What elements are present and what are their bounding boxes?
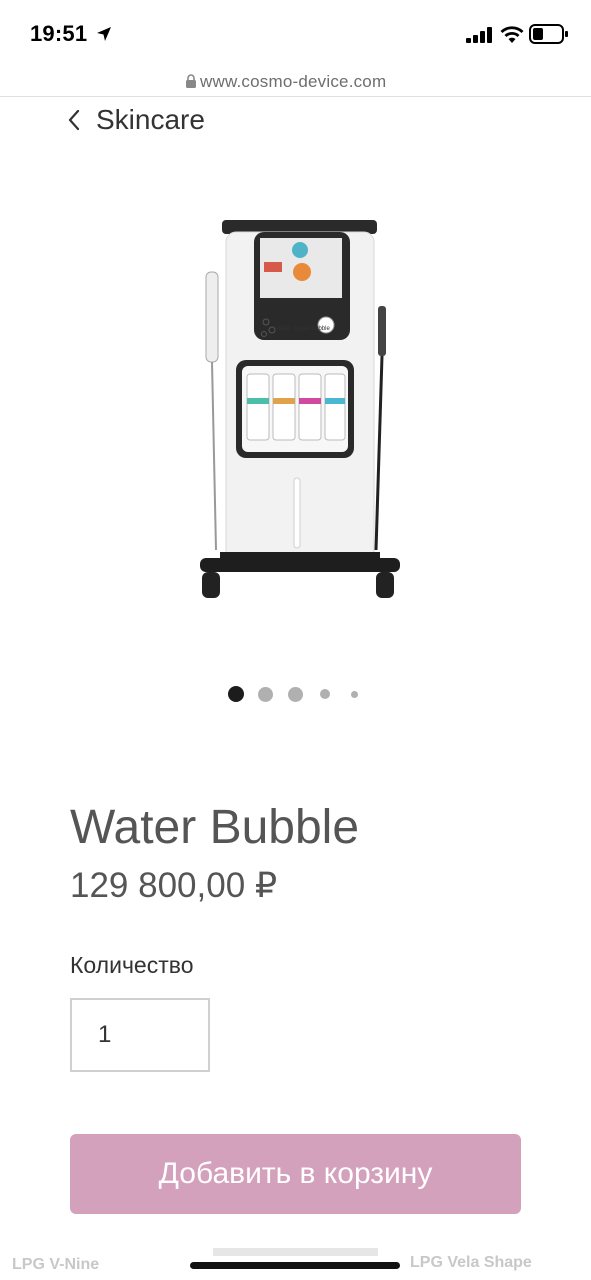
carousel-dot-2[interactable] bbox=[258, 687, 273, 702]
url-text: www.cosmo-device.com bbox=[200, 72, 387, 91]
product-title: Water Bubble bbox=[70, 801, 360, 854]
carousel-dot-5[interactable] bbox=[351, 691, 358, 698]
wifi-icon bbox=[500, 26, 524, 43]
back-link[interactable]: Skincare bbox=[66, 100, 205, 140]
cellular-signal-icon bbox=[466, 27, 492, 43]
add-to-cart-button[interactable]: Добавить в корзину bbox=[70, 1134, 521, 1214]
product-image[interactable]: Water Super Bubble bbox=[180, 210, 420, 620]
location-arrow-icon bbox=[97, 27, 111, 41]
related-product-thumb bbox=[213, 1248, 378, 1256]
quantity-input[interactable] bbox=[70, 998, 210, 1072]
carousel-dot-4[interactable] bbox=[320, 689, 330, 699]
back-link-label: Skincare bbox=[96, 104, 205, 135]
battery-icon bbox=[529, 24, 568, 44]
carousel-dot-1[interactable] bbox=[228, 686, 244, 702]
chevron-left-icon bbox=[68, 109, 80, 131]
product-price: 129 800,00 ₽ bbox=[70, 866, 278, 905]
related-product-right[interactable]: LPG Vela Shape bbox=[410, 1254, 532, 1272]
quantity-label: Количество bbox=[70, 952, 194, 978]
carousel-dots[interactable] bbox=[0, 684, 591, 704]
device-brand-label: Water Super Bubble bbox=[276, 326, 330, 332]
lock-icon bbox=[186, 74, 196, 88]
carousel-dot-3[interactable] bbox=[288, 687, 303, 702]
status-bar: 19:51 bbox=[0, 0, 591, 68]
status-time: 19:51 bbox=[30, 21, 88, 46]
related-product-left[interactable]: LPG V-Nine bbox=[12, 1256, 99, 1274]
browser-url-bar[interactable]: www.cosmo-device.com bbox=[0, 68, 591, 97]
home-indicator bbox=[190, 1262, 400, 1269]
